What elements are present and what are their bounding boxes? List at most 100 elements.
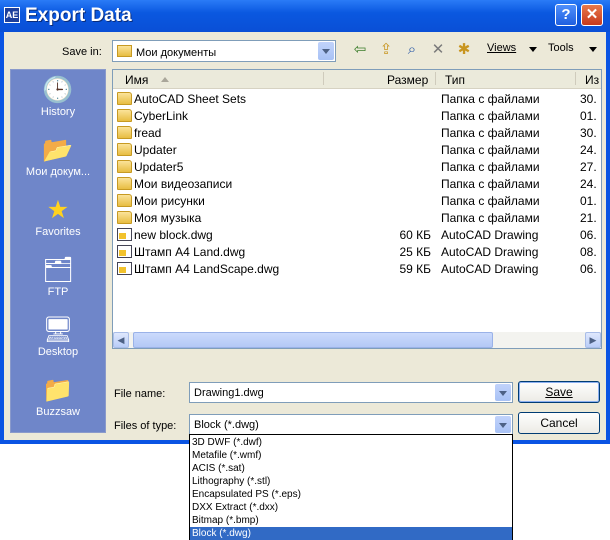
export-data-dialog: AE Export Data ? ✕ Save in: Мои документ…: [0, 0, 610, 444]
file-type-option[interactable]: Metafile (*.wmf): [190, 449, 512, 462]
table-row[interactable]: Updater5 Папка с файлами 27.: [113, 159, 601, 176]
views-chevron-icon[interactable]: [529, 47, 537, 52]
place-favorites[interactable]: ★ Favorites: [11, 194, 105, 238]
file-name-cell: Моя музыка: [134, 211, 202, 225]
search-web-icon[interactable]: ⌕: [402, 40, 422, 60]
file-name-value: Drawing1.dwg: [194, 387, 264, 399]
file-type-cell: Папка с файлами: [441, 143, 540, 157]
buzzsaw-icon: 📁: [42, 376, 74, 404]
desktop-icon: 🖥: [42, 316, 74, 344]
file-date-cell: 30.: [580, 92, 597, 106]
save-button[interactable]: Save: [518, 381, 600, 403]
tools-menu[interactable]: Tools: [548, 42, 574, 54]
table-row[interactable]: fread Папка с файлами 30.: [113, 125, 601, 142]
table-row[interactable]: Updater Папка с файлами 24.: [113, 142, 601, 159]
file-type-dropdown[interactable]: Block (*.dwg): [189, 414, 513, 435]
file-type-options-list[interactable]: 3D DWF (*.dwf) Metafile (*.wmf) ACIS (*.sa…: [189, 434, 513, 540]
file-date-cell: 21.: [580, 211, 597, 225]
place-desktop[interactable]: 🖥 Desktop: [11, 314, 105, 358]
file-type-cell: Папка с файлами: [441, 92, 540, 106]
documents-folder-icon: 📂: [42, 136, 74, 164]
scroll-left-icon[interactable]: ◀: [113, 332, 129, 348]
file-type-cell: AutoCAD Drawing: [441, 262, 539, 276]
table-row[interactable]: new block.dwg 60 КБ AutoCAD Drawing 06.: [113, 227, 601, 244]
file-name-cell: CyberLink: [134, 109, 189, 123]
place-label: Desktop: [37, 346, 79, 358]
horizontal-scrollbar[interactable]: ◀ ▶: [113, 332, 601, 348]
views-menu[interactable]: Views: [487, 42, 516, 54]
file-type-option[interactable]: 3D DWF (*.dwf): [190, 436, 512, 449]
file-type-option[interactable]: Encapsulated PS (*.eps): [190, 488, 512, 501]
tools-chevron-icon[interactable]: [589, 47, 597, 52]
help-button[interactable]: ?: [555, 4, 577, 26]
file-name-cell: fread: [134, 126, 162, 140]
column-separator[interactable]: [435, 72, 436, 85]
close-button[interactable]: ✕: [581, 4, 603, 26]
up-folder-icon[interactable]: ⇪: [376, 40, 396, 60]
title-bar[interactable]: AE Export Data ? ✕: [0, 0, 610, 32]
history-icon: 🕒: [42, 76, 74, 104]
place-ftp[interactable]: 🗂 FTP: [11, 254, 105, 298]
dialog-title: Export Data: [25, 5, 132, 26]
file-type-cell: Папка с файлами: [441, 211, 540, 225]
places-bar: 🕒 History 📂 Мои докум... ★ Favorites 🗂 F…: [10, 69, 106, 433]
table-row[interactable]: Мои видеозаписи Папка с файлами 24.: [113, 176, 601, 193]
file-type-cell: Папка с файлами: [441, 160, 540, 174]
scrollbar-thumb[interactable]: [133, 332, 493, 348]
place-label: FTP: [47, 286, 69, 298]
place-label: Buzzsaw: [35, 406, 81, 418]
column-type[interactable]: Тип: [445, 73, 465, 87]
sort-ascending-icon: [161, 77, 169, 82]
chevron-down-icon[interactable]: [318, 42, 334, 60]
place-history[interactable]: 🕒 History: [11, 74, 105, 118]
table-row[interactable]: CyberLink Папка с файлами 01.: [113, 108, 601, 125]
folder-icon: [117, 143, 132, 156]
file-date-cell: 30.: [580, 126, 597, 140]
file-type-option[interactable]: Lithography (*.stl): [190, 475, 512, 488]
file-type-chevron-icon[interactable]: [495, 416, 511, 433]
place-my-documents[interactable]: 📂 Мои докум...: [11, 134, 105, 178]
column-separator[interactable]: [323, 72, 324, 85]
file-size-cell: 59 КБ: [399, 262, 431, 276]
file-name-input[interactable]: Drawing1.dwg: [189, 382, 513, 403]
new-folder-icon[interactable]: ✱: [454, 40, 474, 60]
file-date-cell: 24.: [580, 177, 597, 191]
delete-icon[interactable]: ✕: [428, 40, 448, 60]
file-type-label: Files of type:: [114, 420, 177, 432]
folder-icon: [117, 109, 132, 122]
table-row[interactable]: Штамп А4 LandScape.dwg 59 КБ AutoCAD Drawi…: [113, 261, 601, 278]
file-name-label: File name:: [114, 388, 166, 400]
back-icon[interactable]: ⇦: [350, 40, 370, 60]
save-in-label: Save in:: [62, 46, 102, 58]
file-date-cell: 06.: [580, 228, 597, 242]
folder-icon: [117, 45, 132, 57]
file-name-cell: Мои видеозаписи: [134, 177, 233, 191]
table-row[interactable]: Штамп А4 Land.dwg 25 КБ AutoCAD Drawing 08.: [113, 244, 601, 261]
file-type-option[interactable]: Block (*.dwg): [190, 527, 512, 540]
file-type-option[interactable]: Bitmap (*.bmp): [190, 514, 512, 527]
folder-icon: [117, 92, 132, 105]
place-buzzsaw[interactable]: 📁 Buzzsaw: [11, 374, 105, 418]
pictures-folder-icon: [117, 194, 132, 207]
file-date-cell: 08.: [580, 245, 597, 259]
file-name-chevron-icon[interactable]: [495, 384, 511, 401]
file-name-cell: new block.dwg: [134, 228, 213, 242]
music-folder-icon: [117, 211, 132, 224]
column-date[interactable]: Из: [585, 73, 599, 87]
column-size[interactable]: Размер: [387, 73, 428, 87]
file-type-option[interactable]: DXX Extract (*.dxx): [190, 501, 512, 514]
scroll-right-icon[interactable]: ▶: [585, 332, 601, 348]
table-row[interactable]: Мои рисунки Папка с файлами 01.: [113, 193, 601, 210]
table-row[interactable]: AutoCAD Sheet Sets Папка с файлами 30.: [113, 91, 601, 108]
place-label: History: [40, 106, 76, 118]
save-in-dropdown[interactable]: Мои документы: [112, 40, 336, 62]
file-type-option[interactable]: ACIS (*.sat): [190, 462, 512, 475]
file-name-cell: Штамп А4 LandScape.dwg: [134, 262, 280, 276]
table-row[interactable]: Моя музыка Папка с файлами 21.: [113, 210, 601, 227]
column-separator[interactable]: [575, 72, 576, 85]
column-name[interactable]: Имя: [125, 73, 148, 87]
cancel-button[interactable]: Cancel: [518, 412, 600, 434]
place-label: Мои докум...: [25, 166, 91, 178]
place-label: Favorites: [35, 226, 81, 238]
file-list[interactable]: Имя Размер Тип Из AutoCAD Sheet Sets Папк…: [112, 69, 602, 349]
